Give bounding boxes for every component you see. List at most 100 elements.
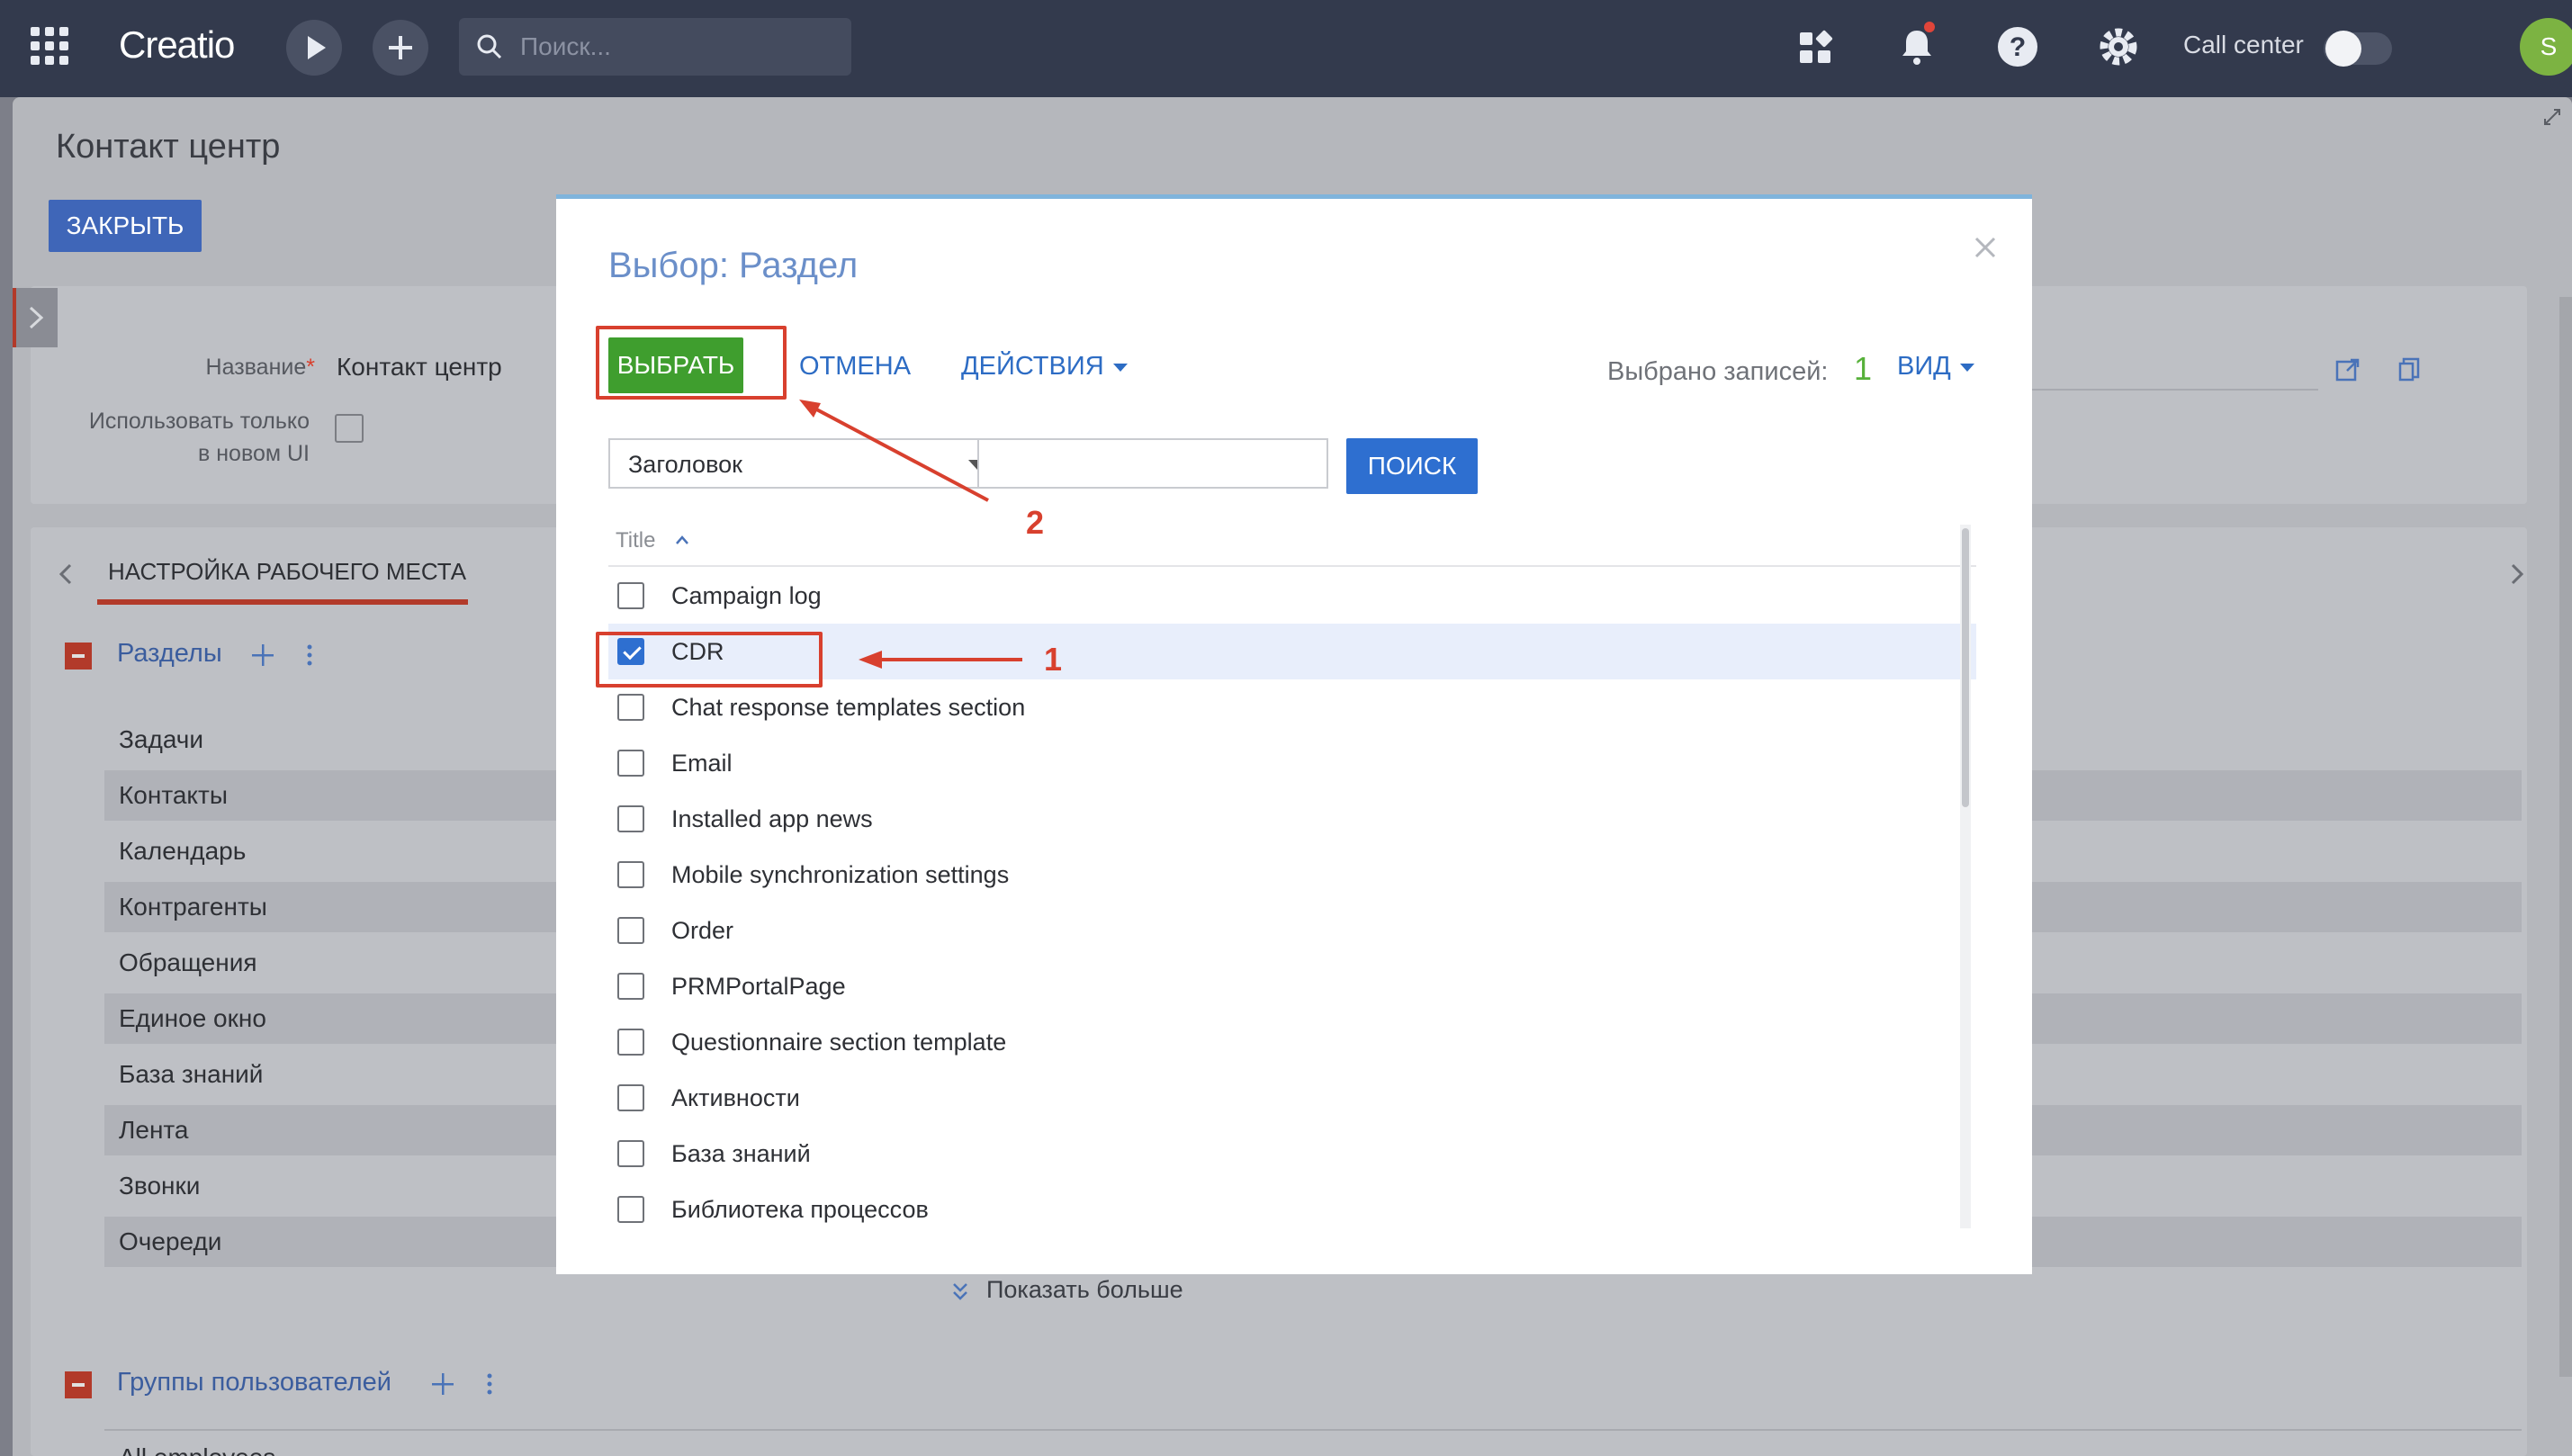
toggle-knob [2325,31,2361,67]
annotation-step-1: 1 [1044,641,1063,678]
sections-collapse-button[interactable] [65,643,92,670]
add-group-icon[interactable] [428,1370,457,1398]
column-header-title[interactable]: Title [616,528,692,553]
chevron-right-icon [29,306,44,329]
plus-icon [389,36,412,59]
selected-count-value: 1 [1854,350,1873,387]
top-bar: Creatio Поиск... ? Call center S [0,0,2572,97]
row-title: PRMPortalPage [671,973,846,1000]
help-icon[interactable]: ? [1991,20,2045,74]
search-icon [477,34,502,59]
grid-scrollbar-thumb[interactable] [1962,528,1969,807]
close-button[interactable]: ЗАКРЫТЬ [49,200,202,252]
run-process-button[interactable] [286,20,342,76]
sort-ascending-icon [676,535,689,544]
row-checkbox[interactable] [617,917,644,944]
gear-icon[interactable] [2091,20,2145,74]
open-link-icon[interactable] [2334,356,2361,383]
table-row[interactable]: Email [608,735,1976,791]
dialog-title: Выбор: Раздел [608,246,859,285]
search-placeholder: Поиск... [520,32,611,60]
double-chevron-down-icon [953,1283,967,1300]
annotation-step-2: 2 [1026,504,1045,541]
actions-dropdown[interactable]: ДЕЙСТВИЯ [961,352,1128,382]
creatio-logo[interactable]: Creatio [119,23,235,67]
tab-underline [97,599,468,605]
field-underline [2032,389,2318,391]
name-field-label: Название* [205,355,315,380]
close-icon[interactable] [1967,229,2003,265]
header-divider [608,565,1976,567]
more-options-icon[interactable] [481,1370,499,1398]
copy-icon[interactable] [2396,356,2423,383]
cancel-button[interactable]: ОТМЕНА [799,352,911,382]
table-row[interactable]: Questionnaire section template [608,1014,1976,1070]
view-dropdown[interactable]: ВИД [1897,352,1974,382]
table-row[interactable]: Chat response templates section [608,679,1976,735]
list-item[interactable]: All employees [119,1443,275,1456]
caret-down-icon [1959,363,1974,372]
row-title: Mobile synchronization settings [671,861,1010,888]
app-menu-icon[interactable] [31,27,68,65]
add-section-icon[interactable] [248,641,277,670]
chevron-left-icon[interactable] [56,558,77,590]
row-title: Installed app news [671,805,873,832]
page-scrollbar[interactable] [2559,297,2572,1377]
sidebar-toggle[interactable] [13,288,58,347]
row-checkbox[interactable] [617,1084,644,1111]
table-row[interactable]: База знаний [608,1126,1976,1182]
table-row[interactable]: Order [608,903,1976,958]
row-checkbox[interactable] [617,973,644,1000]
sections-header: Разделы [117,639,222,668]
row-title: Библиотека процессов [671,1196,929,1223]
divider [104,1429,2522,1431]
new-ui-checkbox[interactable] [335,414,364,443]
table-row[interactable]: Installed app news [608,791,1976,847]
row-checkbox[interactable] [617,1029,644,1056]
row-checkbox[interactable] [617,1140,644,1167]
more-options-icon[interactable] [301,641,319,670]
row-checkbox[interactable] [617,582,644,609]
play-icon [308,36,326,59]
name-field-value[interactable]: Контакт центр [337,353,502,382]
row-checkbox[interactable] [617,861,644,888]
filter-column-value: Заголовок [628,451,742,478]
annotation-box-select [596,326,787,400]
table-row[interactable]: Campaign log [608,568,1976,624]
annotation-box-cdr [596,632,823,688]
selected-count-label: Выбрано записей: [1607,357,1829,386]
apps-widget-icon[interactable] [1789,20,1843,74]
row-checkbox[interactable] [617,750,644,777]
tab-workplace-settings[interactable]: НАСТРОЙКА РАБОЧЕГО МЕСТА [108,558,466,586]
call-center-label: Call center [2183,31,2304,58]
groups-header: Группы пользователей [117,1368,391,1397]
table-row[interactable]: Активности [608,1070,1976,1126]
row-checkbox[interactable] [617,1196,644,1223]
table-row[interactable]: PRMPortalPage [608,958,1976,1014]
annotation-arrow-2 [799,400,989,502]
show-more-link[interactable]: Показать больше [986,1276,1183,1304]
user-avatar[interactable]: S [2520,18,2572,76]
annotation-arrow-1 [859,651,1022,669]
row-title: Активности [671,1084,800,1111]
caret-down-icon [1112,363,1128,372]
svg-text:?: ? [2010,32,2026,62]
row-title: Email [671,750,733,777]
table-row[interactable]: Mobile synchronization settings [608,847,1976,903]
page-title: Контакт центр [56,128,281,166]
search-button[interactable]: ПОИСК [1346,438,1478,494]
filter-search-input[interactable] [977,438,1328,489]
expand-icon[interactable] [2541,106,2563,128]
global-search-input[interactable]: Поиск... [459,18,851,76]
add-button[interactable] [373,20,428,76]
row-title: База знаний [671,1140,811,1167]
groups-collapse-button[interactable] [65,1371,92,1398]
chevron-right-icon[interactable] [2505,558,2527,590]
row-title: Campaign log [671,582,822,609]
table-row[interactable]: Библиотека процессов [608,1182,1976,1228]
row-checkbox[interactable] [617,694,644,721]
bell-icon[interactable] [1890,20,1944,74]
row-checkbox[interactable] [617,805,644,832]
row-title: Order [671,917,734,944]
new-ui-field-label: Использовать только в новом UI [88,409,310,466]
